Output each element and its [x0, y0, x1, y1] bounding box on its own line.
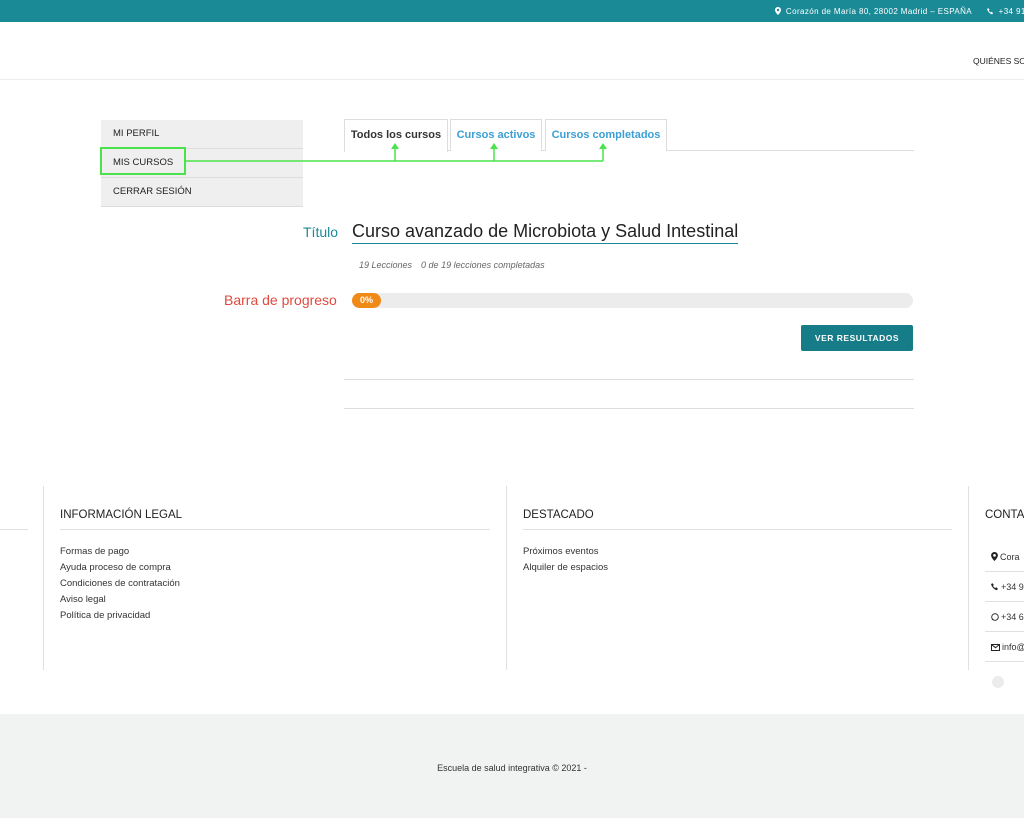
footer-link-proximos-eventos[interactable]: Próximos eventos: [523, 544, 952, 560]
envelope-icon: [991, 644, 1000, 651]
footer-link-formas-de-pago[interactable]: Formas de pago: [60, 544, 490, 560]
menu-item-mi-perfil[interactable]: MI PERFIL: [101, 120, 303, 149]
topbar-phone[interactable]: +34 91: [987, 7, 1024, 16]
footer-contact: CONTA: [985, 486, 1024, 529]
course-meta: 19 Lecciones 0 de 19 lecciones completada…: [359, 260, 545, 270]
footer-featured: DESTACADO Próximos eventos Alquiler de e…: [523, 486, 952, 576]
topbar-address-text: Corazón de María 80, 28002 Madrid – ESPA…: [785, 7, 972, 16]
footer-contact-heading: CONTA: [985, 509, 1024, 521]
footer-bottom: Escuela de salud integrativa © 2021 -: [0, 714, 1024, 818]
divider: [344, 379, 914, 380]
footer-legal: INFORMACIÓN LEGAL Formas de pago Ayuda p…: [60, 486, 490, 624]
phone-icon: [991, 583, 998, 591]
footer-featured-heading: DESTACADO: [523, 486, 952, 530]
topbar-address: Corazón de María 80, 28002 Madrid – ESPA…: [775, 7, 972, 16]
course-title[interactable]: Curso avanzado de Microbiota y Salud Int…: [352, 221, 739, 244]
top-bar: Corazón de María 80, 28002 Madrid – ESPA…: [0, 0, 1024, 22]
map-marker-icon: [775, 7, 782, 15]
course-lessons-count: 19 Lecciones: [359, 260, 413, 270]
footer-legal-heading: INFORMACIÓN LEGAL: [60, 486, 490, 530]
contact-whatsapp-text: +34 6: [1001, 612, 1024, 622]
column-divider: [968, 486, 969, 670]
menu-item-cerrar-sesion[interactable]: CERRAR SESIÓN: [101, 178, 303, 207]
site-header: QUIÉNES SO: [0, 22, 1024, 80]
contact-phone[interactable]: +34 9: [985, 572, 1024, 602]
footer-link-aviso-legal[interactable]: Aviso legal: [60, 592, 490, 608]
tab-todos-los-cursos[interactable]: Todos los cursos: [344, 119, 448, 152]
whatsapp-icon: [991, 613, 999, 621]
annotation-barra-de-progreso: Barra de progreso: [224, 292, 337, 308]
contact-email[interactable]: info@: [985, 632, 1024, 662]
column-divider: [43, 486, 44, 670]
footer-link-alquiler-espacios[interactable]: Alquiler de espacios: [523, 560, 952, 576]
footer-columns: INFORMACIÓN LEGAL Formas de pago Ayuda p…: [0, 486, 1024, 670]
tab-cursos-completados[interactable]: Cursos completados: [545, 119, 667, 151]
annotation-titulo: Título: [303, 224, 339, 240]
contact-phone-text: +34 9: [1001, 582, 1024, 592]
social-icon[interactable]: [992, 676, 1004, 688]
contact-address-text: Cora: [1000, 552, 1020, 562]
nav-item-quienes-somos[interactable]: QUIÉNES SO: [973, 56, 1024, 66]
divider: [0, 529, 28, 530]
progress-fill: 0%: [352, 293, 381, 308]
contact-address: Cora: [985, 542, 1024, 572]
annotation-highlight-box: [100, 147, 186, 175]
footer-link-privacidad[interactable]: Política de privacidad: [60, 608, 490, 624]
footer-link-condiciones[interactable]: Condiciones de contratación: [60, 576, 490, 592]
progress-bar: 0%: [352, 293, 913, 308]
phone-icon: [987, 8, 993, 15]
contact-whatsapp[interactable]: +34 6: [985, 602, 1024, 632]
topbar-phone-text: +34 91: [998, 7, 1024, 16]
divider: [344, 408, 914, 409]
copyright-text: Escuela de salud integrativa © 2021 -: [437, 763, 587, 773]
course-tabs: Todos los cursos Cursos activos Cursos c…: [344, 119, 914, 152]
course-completed-count: 0 de 19 lecciones completadas: [421, 260, 545, 270]
footer-link-ayuda-compra[interactable]: Ayuda proceso de compra: [60, 560, 490, 576]
view-results-button[interactable]: VER RESULTADOS: [801, 325, 913, 351]
tab-cursos-activos[interactable]: Cursos activos: [450, 119, 542, 151]
map-marker-icon: [991, 552, 998, 561]
column-divider: [506, 486, 507, 670]
contact-email-text: info@: [1002, 642, 1024, 652]
